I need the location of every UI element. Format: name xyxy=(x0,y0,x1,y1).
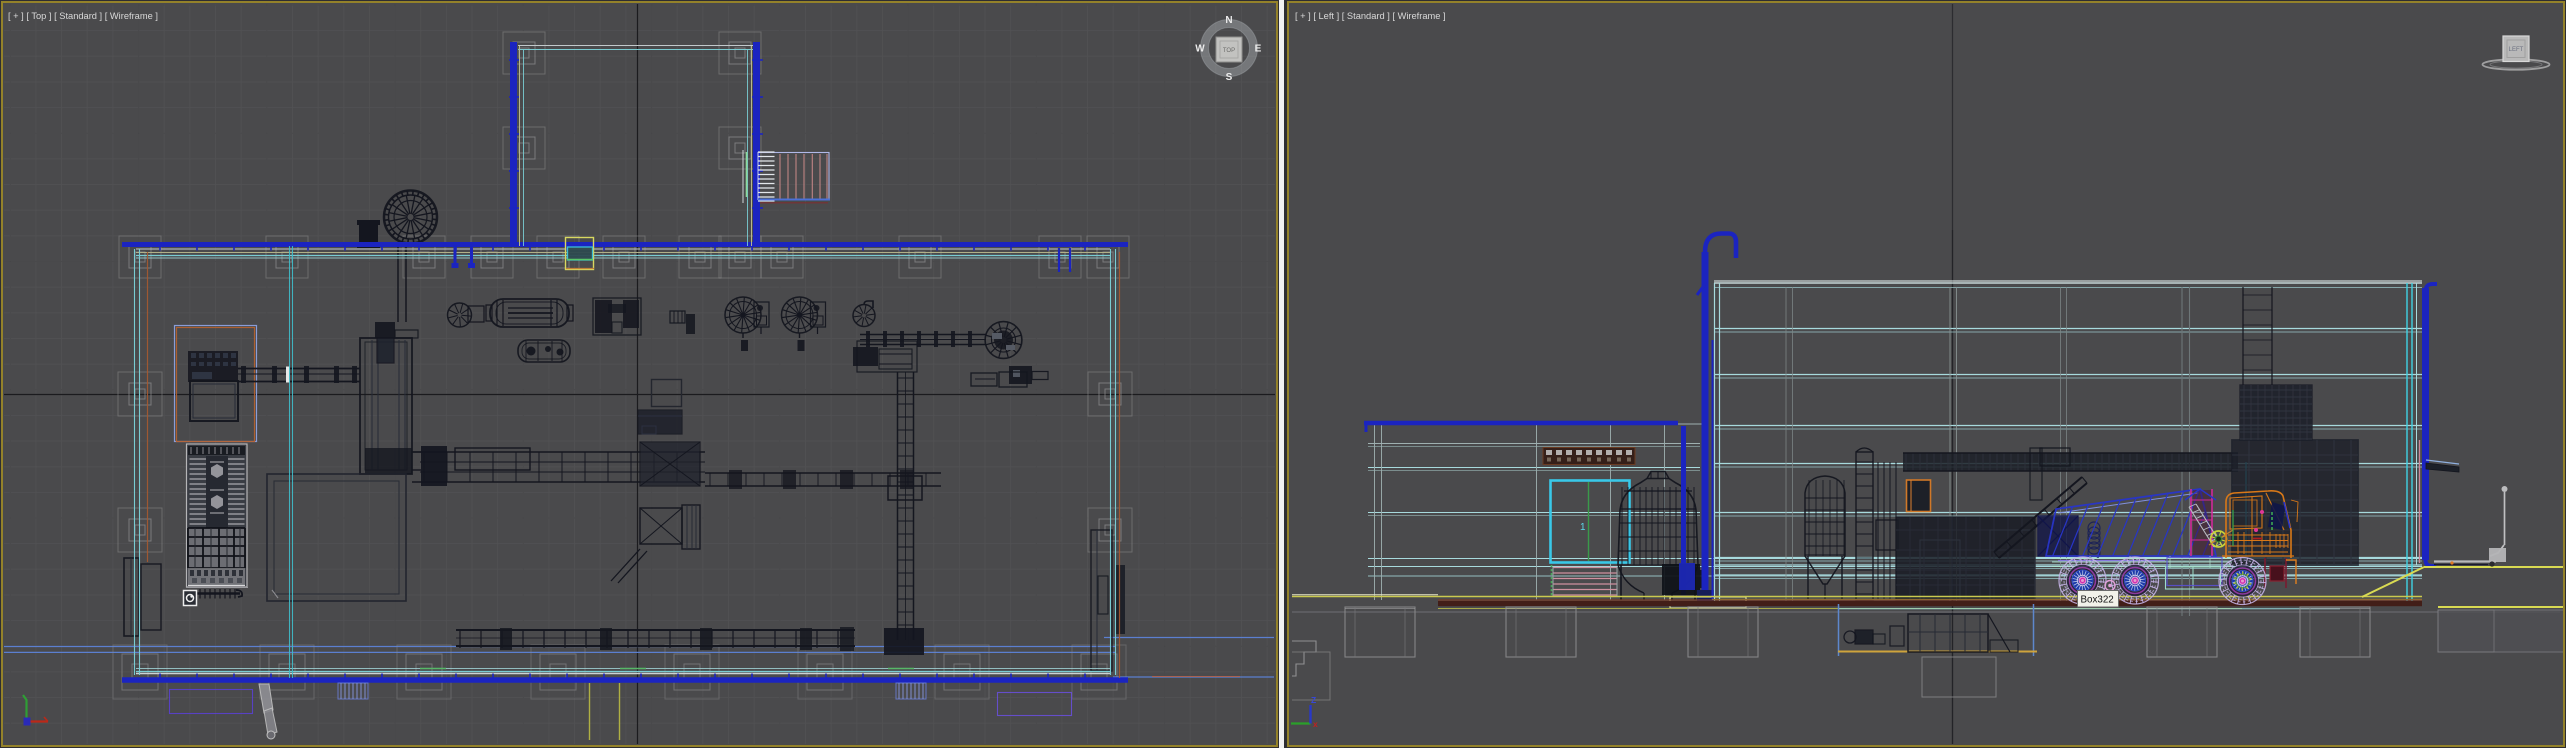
svg-text:Z: Z xyxy=(1311,695,1316,705)
svg-text:S: S xyxy=(1226,72,1233,83)
svg-text:LEFT: LEFT xyxy=(2509,47,2524,53)
svg-text:W: W xyxy=(1195,44,1205,55)
svg-text:1: 1 xyxy=(1580,522,1586,533)
svg-text:N: N xyxy=(1225,15,1232,26)
svg-text:E: E xyxy=(1255,44,1262,55)
svg-text:Box322: Box322 xyxy=(2081,595,2114,606)
svg-text:[ + ] [ Top ] [ Standard ] [ W: [ + ] [ Top ] [ Standard ] [ Wireframe ] xyxy=(8,11,158,21)
svg-text:[ + ] [ Left ] [ Standard ] [: [ + ] [ Left ] [ Standard ] [ Wireframe … xyxy=(1295,11,1446,21)
svg-text:TOP: TOP xyxy=(1223,48,1235,54)
svg-text:x: x xyxy=(1313,719,1318,729)
